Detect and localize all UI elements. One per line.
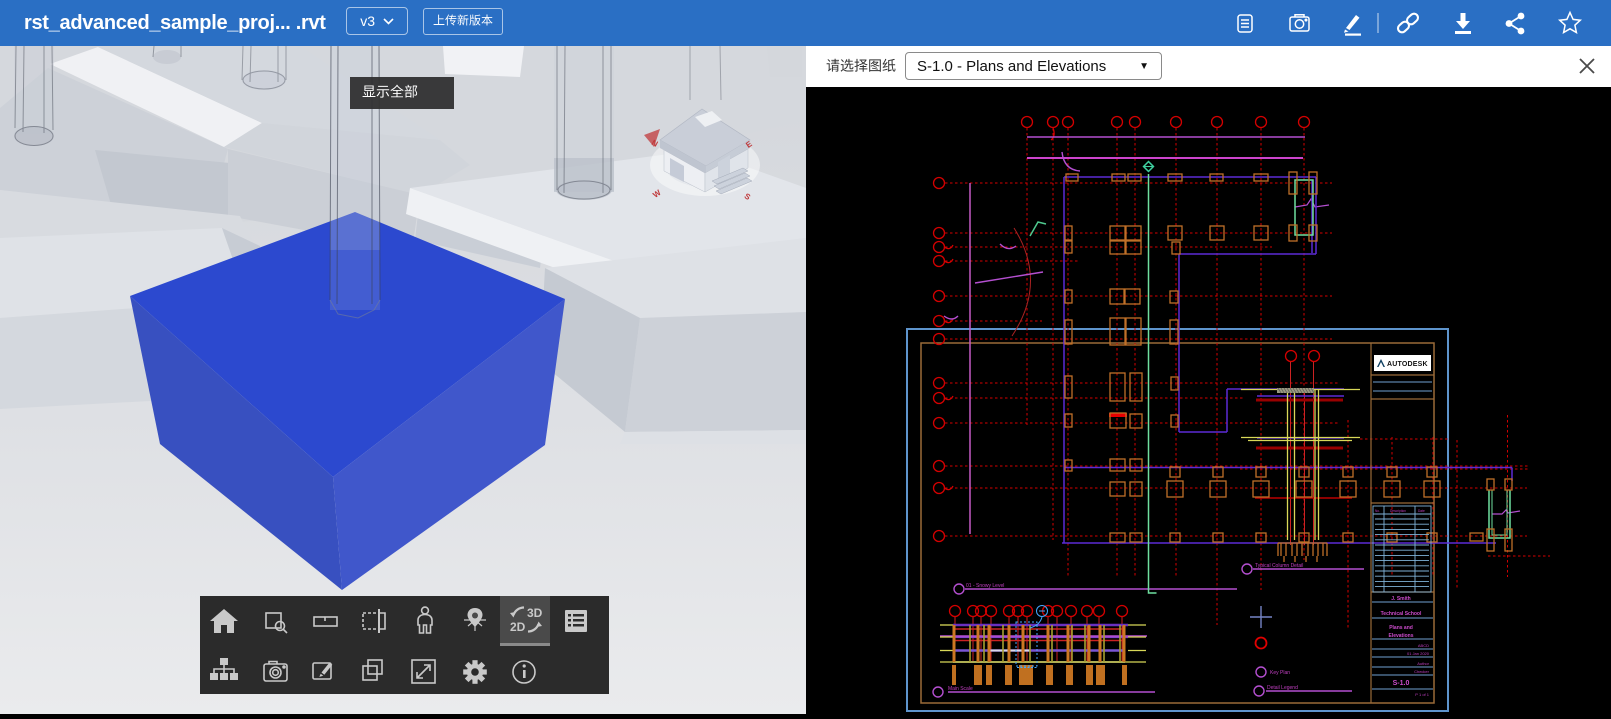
svg-text:Author: Author <box>1417 661 1429 666</box>
svg-text:01 Jan 2020: 01 Jan 2020 <box>1407 651 1430 656</box>
svg-text:Plans and: Plans and <box>1389 625 1413 631</box>
svg-text:Technical School: Technical School <box>1381 611 1422 617</box>
svg-text:S-1.0: S-1.0 <box>1393 680 1410 687</box>
svg-text:Detail Legend: Detail Legend <box>1267 685 1298 691</box>
svg-text:P 1 of 1: P 1 of 1 <box>1415 692 1429 697</box>
svg-text:Main Scale: Main Scale <box>948 686 973 692</box>
svg-text:AUTODESK: AUTODESK <box>1387 361 1428 368</box>
svg-text:Typical Column Detail: Typical Column Detail <box>1255 563 1303 569</box>
svg-text:Key Plan: Key Plan <box>1270 670 1290 676</box>
svg-text:ABCD: ABCD <box>1418 643 1429 648</box>
svg-text:Description: Description <box>1390 509 1406 513</box>
svg-text:J. Smith: J. Smith <box>1391 596 1410 602</box>
svg-text:01 - Snowy Level: 01 - Snowy Level <box>966 583 1004 589</box>
svg-text:Elevations: Elevations <box>1388 633 1413 639</box>
svg-text:2D: 2D <box>510 620 526 634</box>
svg-text:3D: 3D <box>527 606 543 620</box>
svg-text:Date: Date <box>1418 509 1425 513</box>
svg-text:No.: No. <box>1375 509 1380 513</box>
svg-text:Checker: Checker <box>1414 669 1430 674</box>
